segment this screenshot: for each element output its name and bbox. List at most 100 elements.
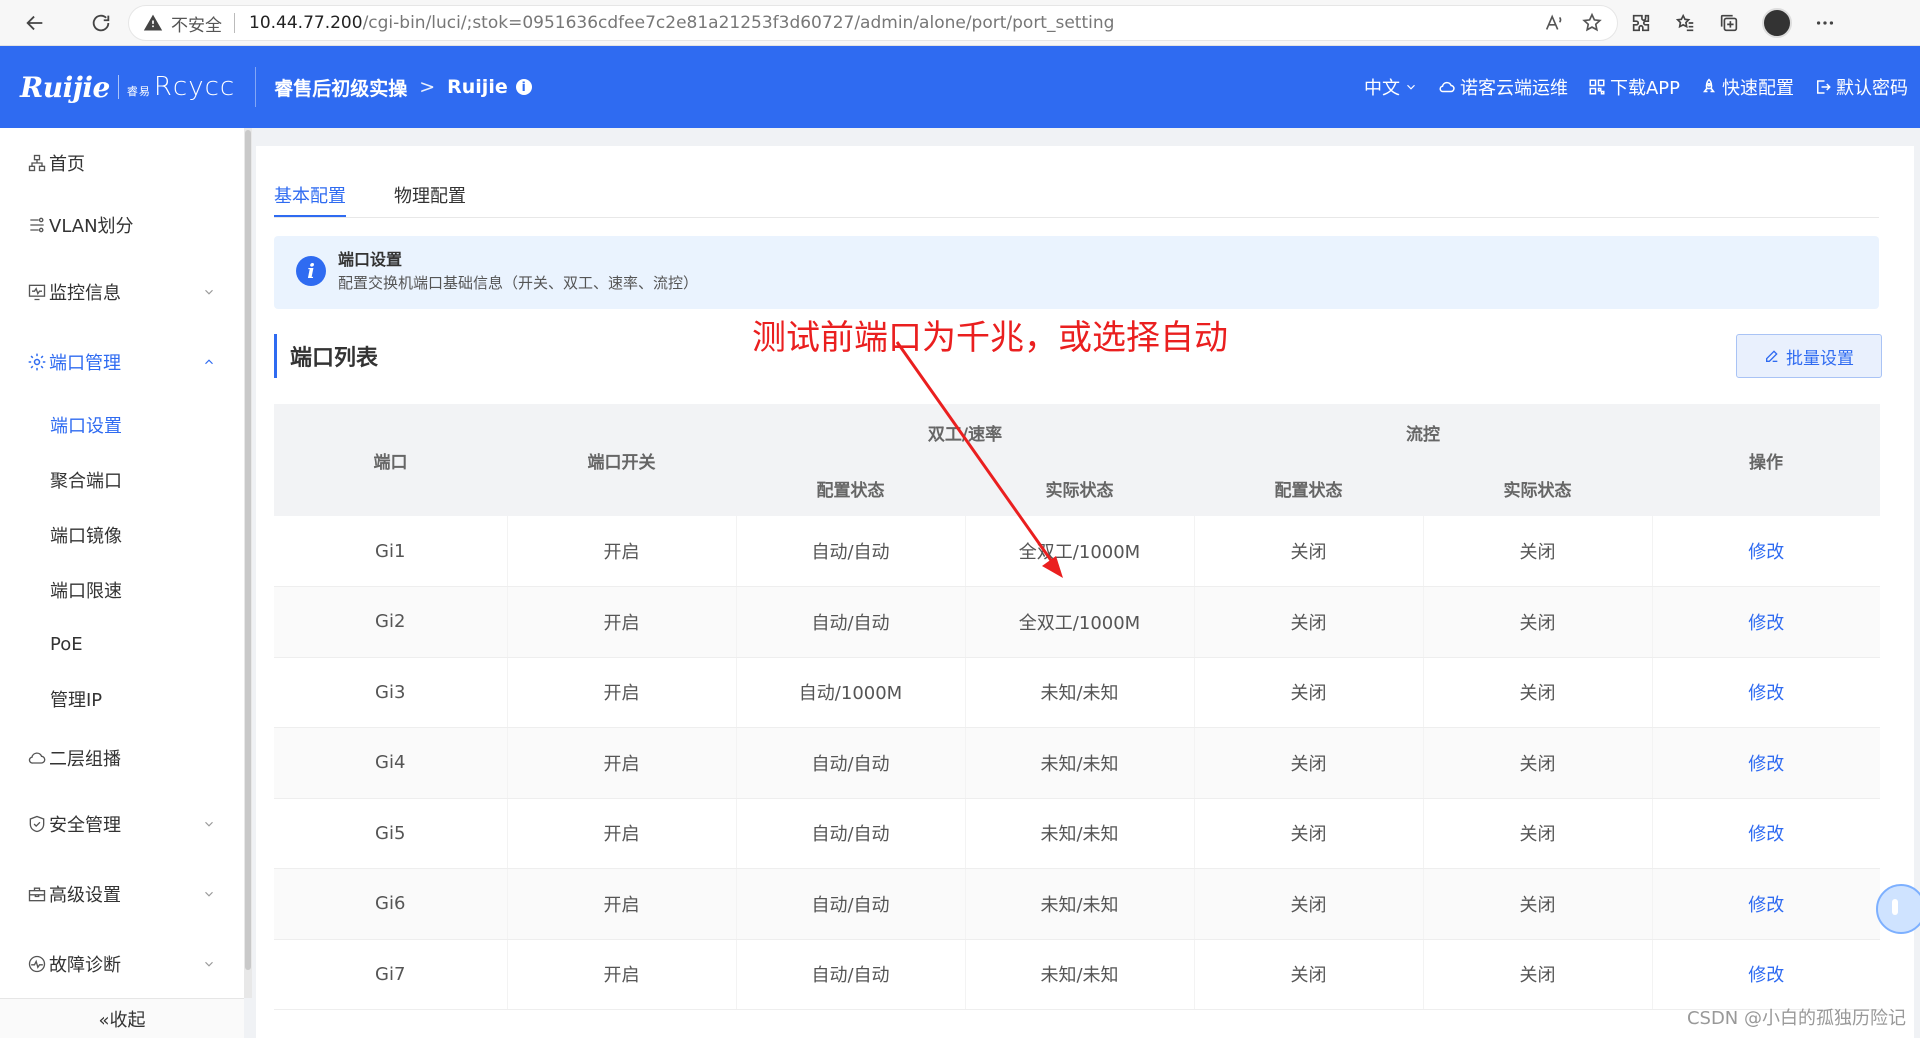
cell-flow-config: 关闭 — [1194, 868, 1424, 940]
sidebar: 首页 VLAN划分 监控信息 端口管理 端口设置 聚合端口 端口镜像 端口限速 … — [0, 128, 244, 1038]
cell-switch: 开启 — [507, 727, 737, 799]
breadcrumb-device[interactable]: Ruijie — [447, 76, 508, 98]
section-title: 端口列表 — [274, 334, 378, 378]
topology-icon — [28, 154, 46, 172]
sidebar-item-port-setting[interactable]: 端口设置 — [0, 405, 244, 445]
sidebar-label-port-mgmt: 端口管理 — [49, 353, 121, 374]
chevron-down-icon — [205, 961, 213, 967]
cloud-ops-label: 诺客云端运维 — [1459, 78, 1568, 99]
collections-icon[interactable] — [1718, 12, 1740, 34]
sidebar-label-advanced: 高级设置 — [49, 885, 121, 906]
reyee-logo: 睿易 Rcycc — [127, 72, 235, 102]
sidebar-item-port-mgmt[interactable]: 端口管理 — [0, 342, 244, 382]
sidebar-label-vlan: VLAN划分 — [49, 216, 134, 237]
edit-link[interactable]: 修改 — [1652, 727, 1880, 799]
edit-link[interactable]: 修改 — [1652, 798, 1880, 869]
back-icon[interactable] — [14, 2, 56, 44]
download-app-link[interactable]: 下载APP — [1588, 74, 1680, 100]
favorites-icon[interactable] — [1674, 12, 1696, 34]
table-row: Gi3 开启 自动/1000M 未知/未知 关闭 关闭 修改 — [274, 657, 1880, 728]
edit-link[interactable]: 修改 — [1652, 586, 1880, 658]
cell-port: Gi2 — [274, 586, 508, 658]
cell-flow-actual: 关闭 — [1423, 868, 1653, 940]
sidebar-item-advanced[interactable]: 高级设置 — [0, 874, 244, 914]
col-header-switch: 端口开关 — [507, 404, 736, 516]
sidebar-label-l2-multicast: 二层组播 — [49, 749, 121, 770]
tab-bar: 基本配置 物理配置 — [274, 182, 1879, 218]
insecure-label: 不安全 — [171, 15, 222, 36]
cell-flow-config: 关闭 — [1194, 516, 1424, 587]
edit-link[interactable]: 修改 — [1652, 516, 1880, 587]
info-icon[interactable]: i — [515, 79, 532, 95]
cell-flow-config: 关闭 — [1194, 798, 1424, 869]
favorite-add-icon[interactable] — [1581, 12, 1603, 34]
extensions-icon[interactable] — [1630, 12, 1652, 34]
sidebar-label-monitor: 监控信息 — [49, 283, 121, 304]
cloud-ops-link[interactable]: 诺客云端运维 — [1438, 74, 1568, 100]
cell-port: Gi6 — [274, 868, 508, 940]
more-icon[interactable] — [1814, 12, 1836, 34]
info-icon: i — [296, 256, 326, 286]
sidebar-item-diagnosis[interactable]: 故障诊断 — [0, 944, 244, 984]
cell-port: Gi4 — [274, 727, 508, 799]
sidebar-label-home: 首页 — [49, 154, 85, 175]
download-app-label: 下载APP — [1609, 78, 1680, 99]
tab-physical-config[interactable]: 物理配置 — [394, 182, 466, 217]
cell-duplex-config: 自动/自动 — [736, 939, 966, 1010]
table-row: Gi5 开启 自动/自动 未知/未知 关闭 关闭 修改 — [274, 798, 1880, 869]
logout-icon — [1817, 80, 1831, 94]
ruijie-logo[interactable]: Ruijie — [20, 71, 110, 104]
sidebar-item-poe[interactable]: PoE — [0, 624, 244, 664]
notice-title: 端口设置 — [338, 250, 403, 269]
edit-link[interactable]: 修改 — [1652, 868, 1880, 940]
col-header-flow-config: 配置状态 — [1194, 460, 1423, 516]
sidebar-scrollbar[interactable] — [244, 128, 252, 998]
chevron-down-icon — [1407, 84, 1415, 90]
sidebar-label-diagnosis: 故障诊断 — [49, 955, 121, 976]
reload-icon[interactable] — [80, 2, 122, 44]
read-aloud-icon[interactable] — [1543, 12, 1565, 34]
port-table: 端口 端口开关 双工/速率 流控 操作 配置状态 实际状态 配置状态 实际状态 … — [274, 404, 1880, 1010]
edit-icon — [1766, 350, 1778, 362]
edit-link[interactable]: 修改 — [1652, 939, 1880, 1010]
assistant-bubble[interactable] — [1876, 884, 1920, 934]
main-panel: 基本配置 物理配置 i 端口设置 配置交换机端口基础信息（开关、双工、速率、流控… — [256, 146, 1914, 1038]
sidebar-item-aggregate[interactable]: 聚合端口 — [0, 460, 244, 500]
edit-link[interactable]: 修改 — [1652, 657, 1880, 728]
cell-flow-config: 关闭 — [1194, 939, 1424, 1010]
batch-settings-button[interactable]: 批量设置 — [1736, 334, 1882, 378]
sidebar-item-mirror[interactable]: 端口镜像 — [0, 515, 244, 555]
cell-duplex-actual: 未知/未知 — [965, 798, 1195, 869]
sidebar-item-mgmt-ip[interactable]: 管理IP — [0, 679, 244, 719]
warning-icon — [143, 14, 163, 31]
sidebar-item-l2-multicast[interactable]: 二层组播 — [0, 738, 244, 778]
table-row: Gi4 开启 自动/自动 未知/未知 关闭 关闭 修改 — [274, 727, 1880, 799]
header-divider — [255, 67, 257, 107]
profile-avatar[interactable] — [1762, 8, 1792, 38]
cell-duplex-actual: 未知/未知 — [965, 939, 1195, 1010]
cell-flow-actual: 关闭 — [1423, 516, 1653, 587]
sidebar-item-home[interactable]: 首页 — [0, 143, 244, 183]
diagnosis-icon — [28, 955, 46, 973]
cell-flow-config: 关闭 — [1194, 586, 1424, 658]
sidebar-item-monitor[interactable]: 监控信息 — [0, 272, 244, 312]
sidebar-item-security[interactable]: 安全管理 — [0, 804, 244, 844]
breadcrumb-project[interactable]: 睿售后初级实操 — [274, 74, 407, 101]
col-header-port: 端口 — [274, 404, 507, 516]
address-bar[interactable]: 不安全 10.44.77.200/cgi-bin/luci/;stok=0951… — [128, 5, 1618, 41]
default-password-link[interactable]: 默认密码 — [1814, 74, 1908, 100]
collapse-sidebar-button[interactable]: «收起 — [0, 998, 244, 1038]
sidebar-item-vlan[interactable]: VLAN划分 — [0, 205, 244, 245]
language-select[interactable]: 中文 — [1364, 74, 1418, 100]
quick-config-label: 快速配置 — [1722, 78, 1794, 99]
cell-duplex-config: 自动/自动 — [736, 868, 966, 940]
sidebar-item-rate-limit[interactable]: 端口限速 — [0, 570, 244, 610]
logo-divider — [117, 75, 119, 99]
cell-duplex-actual: 全双工/1000M — [965, 516, 1195, 587]
cloud-icon — [1439, 81, 1455, 93]
cell-duplex-actual: 未知/未知 — [965, 727, 1195, 799]
quick-config-link[interactable]: 快速配置 — [1700, 74, 1794, 100]
scrollbar-thumb[interactable] — [245, 130, 251, 970]
breadcrumb: 睿售后初级实操 > Ruijie i — [274, 74, 532, 101]
tab-basic-config[interactable]: 基本配置 — [274, 182, 346, 217]
